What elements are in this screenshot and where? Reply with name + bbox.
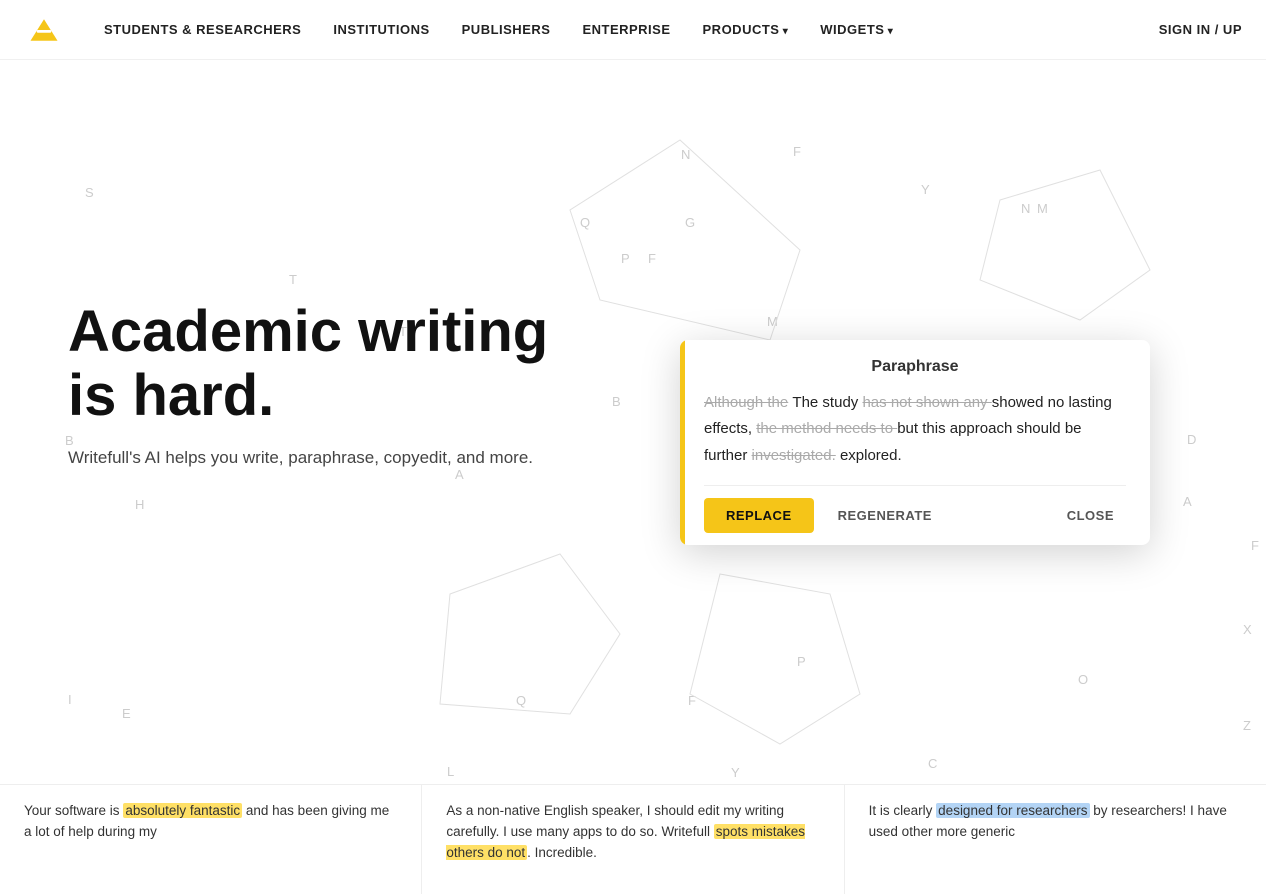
testimonial-1: Your software is absolutely fantastic an… bbox=[0, 784, 421, 894]
testimonial-2-after: . Incredible. bbox=[527, 845, 597, 860]
regenerate-button[interactable]: REGENERATE bbox=[826, 498, 944, 533]
testimonial-3: It is clearly designed for researchers b… bbox=[844, 784, 1266, 894]
original-text-3: investigated. bbox=[752, 447, 836, 464]
navigation: STUDENTS & RESEARCHERS INSTITUTIONS PUBL… bbox=[0, 0, 1266, 60]
card-body: Although the The study has not shown any… bbox=[680, 386, 1150, 485]
hero-title: Academic writing is hard. bbox=[68, 300, 588, 428]
testimonials-section: Your software is absolutely fantastic an… bbox=[0, 784, 1266, 894]
nav-products[interactable]: PRODUCTS bbox=[703, 22, 789, 37]
card-actions: REPLACE REGENERATE CLOSE bbox=[680, 486, 1150, 545]
card-title: Paraphrase bbox=[871, 358, 958, 375]
nav-enterprise[interactable]: ENTERPRISE bbox=[582, 22, 670, 37]
original-text-2: the method needs to bbox=[756, 420, 897, 437]
paraphrase-card: Paraphrase Although the The study has no… bbox=[680, 340, 1150, 545]
decorative-polygon-bottom bbox=[300, 534, 1000, 814]
replace-button[interactable]: REPLACE bbox=[704, 498, 814, 533]
close-button[interactable]: CLOSE bbox=[1055, 498, 1126, 533]
new-text-study: The study bbox=[792, 394, 862, 411]
original-text-prefix: Although the bbox=[704, 394, 788, 411]
testimonial-3-before: It is clearly bbox=[869, 803, 937, 818]
new-text-3: explored. bbox=[840, 447, 902, 464]
nav-publishers[interactable]: PUBLISHERS bbox=[462, 22, 551, 37]
card-accent-bar bbox=[680, 340, 685, 545]
testimonial-2: As a non-native English speaker, I shoul… bbox=[421, 784, 843, 894]
nav-widgets[interactable]: WIDGETS bbox=[820, 22, 893, 37]
hero-subtitle: Writefull's AI helps you write, paraphra… bbox=[68, 448, 548, 468]
nav-links: STUDENTS & RESEARCHERS INSTITUTIONS PUBL… bbox=[104, 22, 1159, 37]
nav-institutions[interactable]: INSTITUTIONS bbox=[333, 22, 429, 37]
hero-text-block: Academic writing is hard. Writefull's AI… bbox=[68, 300, 588, 468]
original-text-1: has not shown any bbox=[862, 394, 991, 411]
nav-students[interactable]: STUDENTS & RESEARCHERS bbox=[104, 22, 301, 37]
testimonial-1-highlight: absolutely fantastic bbox=[123, 803, 242, 818]
card-header: Paraphrase bbox=[680, 340, 1150, 386]
testimonial-3-highlight: designed for researchers bbox=[936, 803, 1089, 818]
logo[interactable] bbox=[24, 10, 64, 50]
testimonial-1-before: Your software is bbox=[24, 803, 123, 818]
signin-button[interactable]: SIGN IN / UP bbox=[1159, 22, 1242, 37]
hero-section: S N F Y Q G P F T T B M Q A H D A B I E … bbox=[0, 60, 1266, 894]
